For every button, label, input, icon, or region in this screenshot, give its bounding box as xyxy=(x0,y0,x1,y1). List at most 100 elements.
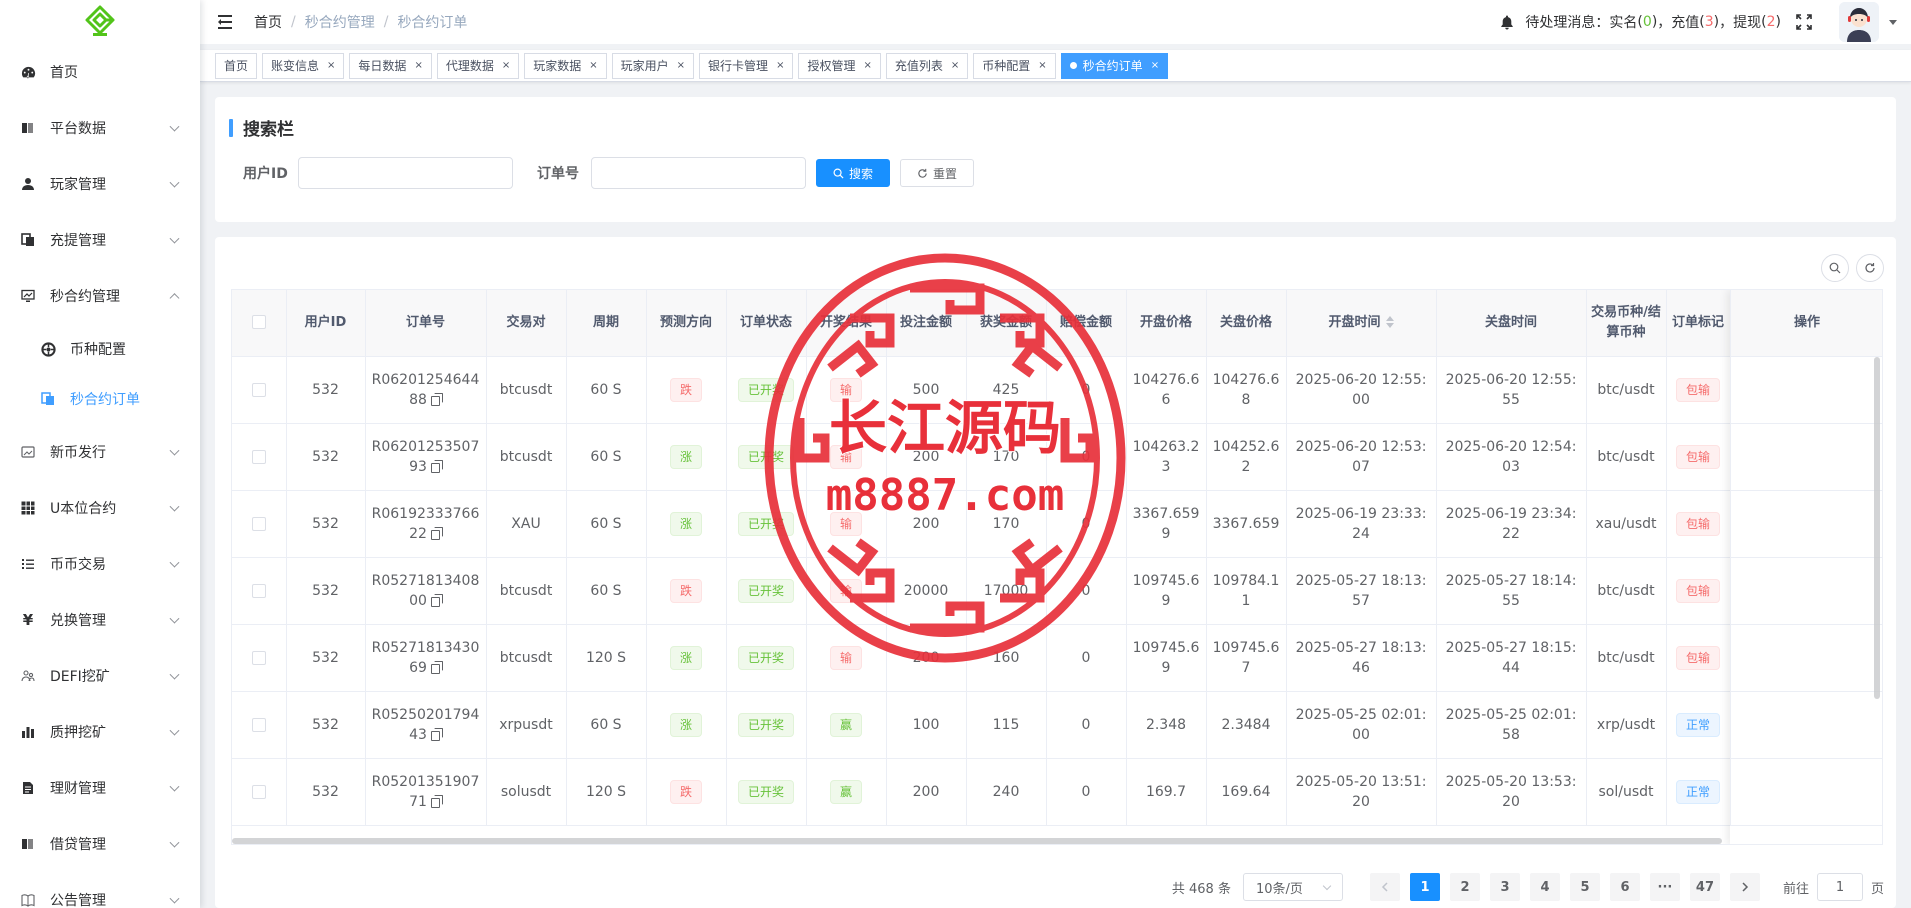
page-number-button[interactable]: 6 xyxy=(1609,873,1640,901)
order-no-input[interactable] xyxy=(591,157,806,189)
table-row[interactable]: 532 R0527181343069 btcusdt 120 S 涨 已开奖 输 200 160… xyxy=(232,624,1882,692)
page-number-button[interactable]: 47 xyxy=(1689,873,1720,901)
tag-recharge-list[interactable]: 充值列表 × xyxy=(885,52,969,79)
copy-icon[interactable] xyxy=(430,459,443,473)
prev-page-button[interactable] xyxy=(1369,873,1400,901)
page-size-select[interactable]: 10条/页 xyxy=(1242,873,1343,901)
sidebar-item-lending[interactable]: 借贷管理 xyxy=(0,816,200,872)
cell-pair: btcusdt xyxy=(486,423,567,491)
table-row[interactable]: 532 R0620125350793 btcusdt 60 S 涨 已开奖 输 200 170 0… xyxy=(232,423,1882,491)
search-button[interactable]: 搜索 xyxy=(816,159,890,187)
copy-icon[interactable] xyxy=(430,727,443,741)
sort-caret-icon[interactable] xyxy=(1385,316,1394,329)
tag-label: 授权管理 xyxy=(807,59,856,73)
avatar[interactable] xyxy=(1839,2,1879,42)
copy-icon[interactable] xyxy=(430,392,443,406)
close-icon[interactable]: × xyxy=(863,60,871,71)
sidebar-subitem-coin-config[interactable]: 币种配置 xyxy=(0,324,200,374)
sidebar-item-exchange[interactable]: ¥ 兑换管理 xyxy=(0,592,200,648)
sidebar-item-coin-trade[interactable]: 币币交易 xyxy=(0,536,200,592)
close-icon[interactable]: × xyxy=(1151,60,1159,71)
tag-second-orders[interactable]: 秒合约订单 × xyxy=(1060,52,1169,79)
caret-down-icon[interactable] xyxy=(1889,19,1897,25)
tag-agent-data[interactable]: 代理数据 × xyxy=(436,52,520,79)
sidebar-item-deposit-withdraw[interactable]: 充提管理 xyxy=(0,212,200,268)
row-checkbox[interactable] xyxy=(251,583,266,598)
row-checkbox[interactable] xyxy=(251,449,266,464)
tag-bank-cards[interactable]: 银行卡管理 × xyxy=(699,52,794,79)
copy-icon[interactable] xyxy=(430,794,443,808)
row-checkbox[interactable] xyxy=(251,382,266,397)
cell-open-price: 109745.69 xyxy=(1126,624,1207,692)
sidebar-item-defi[interactable]: DEFI挖矿 xyxy=(0,648,200,704)
sidebar-item-players[interactable]: 玩家管理 xyxy=(0,156,200,212)
horizontal-scrollbar[interactable] xyxy=(232,838,1722,844)
logo[interactable] xyxy=(0,0,200,44)
close-icon[interactable]: × xyxy=(414,60,422,71)
page-number-button[interactable]: 5 xyxy=(1569,873,1600,901)
tag-label: 玩家用户 xyxy=(620,59,669,73)
page-number-button[interactable]: 2 xyxy=(1449,873,1480,901)
row-checkbox[interactable] xyxy=(251,650,266,665)
sidebar-item-staking[interactable]: 质押挖矿 xyxy=(0,704,200,760)
row-checkbox[interactable] xyxy=(251,717,266,732)
page-number-button[interactable]: 3 xyxy=(1489,873,1520,901)
next-page-button[interactable] xyxy=(1729,873,1760,901)
column-header-sortable[interactable]: 开盘时间 xyxy=(1286,290,1437,357)
reset-button[interactable]: 重置 xyxy=(900,159,974,187)
sidebar-item-new-coin[interactable]: 新币发行 xyxy=(0,424,200,480)
close-icon[interactable]: × xyxy=(502,60,510,71)
tag-account-changes[interactable]: 账变信息 × xyxy=(262,52,345,79)
user-id-input[interactable] xyxy=(298,157,513,189)
table-row[interactable]: 532 R0525020179443 xrpusdt 60 S 涨 已开奖 赢 100 115 0… xyxy=(232,691,1882,759)
sidebar-item-announcement[interactable]: 公告管理 xyxy=(0,872,200,908)
refresh-table-button[interactable] xyxy=(1856,254,1884,282)
close-icon[interactable]: × xyxy=(1038,60,1046,71)
cell-coin: sol/usdt xyxy=(1586,758,1667,826)
sidebar-item-u-contract[interactable]: U本位合约 xyxy=(0,480,200,536)
toggle-search-button[interactable] xyxy=(1821,254,1849,282)
close-icon[interactable]: × xyxy=(776,60,784,71)
row-checkbox[interactable] xyxy=(251,516,266,531)
sidebar-subitem-second-orders[interactable]: 秒合约订单 xyxy=(0,374,200,424)
tag-player-users[interactable]: 玩家用户 × xyxy=(611,52,695,79)
pending-notice[interactable]: 待处理消息： 实名 (0)， 充值 (3)， 提现 (2) xyxy=(1499,12,1781,32)
close-icon[interactable]: × xyxy=(677,60,685,71)
tag-home[interactable]: 首页 xyxy=(215,52,258,79)
copy-icon[interactable] xyxy=(430,593,443,607)
tag-player-data[interactable]: 玩家数据 × xyxy=(524,52,607,79)
table-row[interactable]: 532 R0527181340800 btcusdt 60 S 跌 已开奖 输 20000 17… xyxy=(232,557,1882,625)
cell-open-price: 109745.69 xyxy=(1126,557,1207,625)
row-checkbox[interactable] xyxy=(251,784,266,799)
goto-page-input[interactable]: 1 xyxy=(1816,873,1863,901)
fullscreen-icon[interactable] xyxy=(1795,13,1813,31)
table-body: 532 R0620125464488 btcusdt 60 S 跌已开奖输 500 425 0… xyxy=(232,356,1882,826)
chevron-down-icon xyxy=(169,121,180,132)
cell-user-id: 532 xyxy=(286,624,366,692)
breadcrumb-home[interactable]: 首页 xyxy=(254,12,282,32)
tag-authorization[interactable]: 授权管理 × xyxy=(798,52,881,79)
sidebar-item-second-contract[interactable]: 秒合约管理 xyxy=(0,268,200,324)
status-tag: 已开奖 xyxy=(737,444,794,469)
vertical-scrollbar[interactable] xyxy=(1874,357,1880,699)
page-number-button[interactable]: 1 xyxy=(1409,873,1440,901)
table-row[interactable]: 532 R0520135190771 solusdt 120 S 跌 已开奖 赢 200 240… xyxy=(232,758,1882,826)
tag-daily-data[interactable]: 每日数据 × xyxy=(349,52,432,79)
user-icon xyxy=(20,176,36,192)
close-icon[interactable]: × xyxy=(589,60,597,71)
sidebar-item-wealth[interactable]: 理财管理 xyxy=(0,760,200,816)
table-row[interactable]: 532 R0620125464488 btcusdt 60 S 跌 已开奖 输 500 425 0… xyxy=(232,356,1882,424)
tag-coin-config[interactable]: 币种配置 × xyxy=(973,52,1056,79)
page-more-button[interactable]: ··· xyxy=(1649,873,1680,901)
copy-icon[interactable] xyxy=(430,660,443,674)
copy-icon[interactable] xyxy=(430,526,443,540)
close-icon[interactable]: × xyxy=(951,60,959,71)
cell-compensation: 0 xyxy=(1046,557,1127,625)
table-row[interactable]: 532 R0619233376622 XAU 60 S 涨已开奖输 200 170 0 3367… xyxy=(232,490,1882,558)
page-number-button[interactable]: 4 xyxy=(1529,873,1560,901)
sidebar-toggle-icon[interactable] xyxy=(218,15,236,29)
sidebar-item-platform-data[interactable]: 平台数据 xyxy=(0,100,200,156)
select-all-checkbox[interactable] xyxy=(251,315,266,330)
sidebar-item-home[interactable]: 首页 xyxy=(0,44,200,100)
close-icon[interactable]: × xyxy=(327,60,335,71)
